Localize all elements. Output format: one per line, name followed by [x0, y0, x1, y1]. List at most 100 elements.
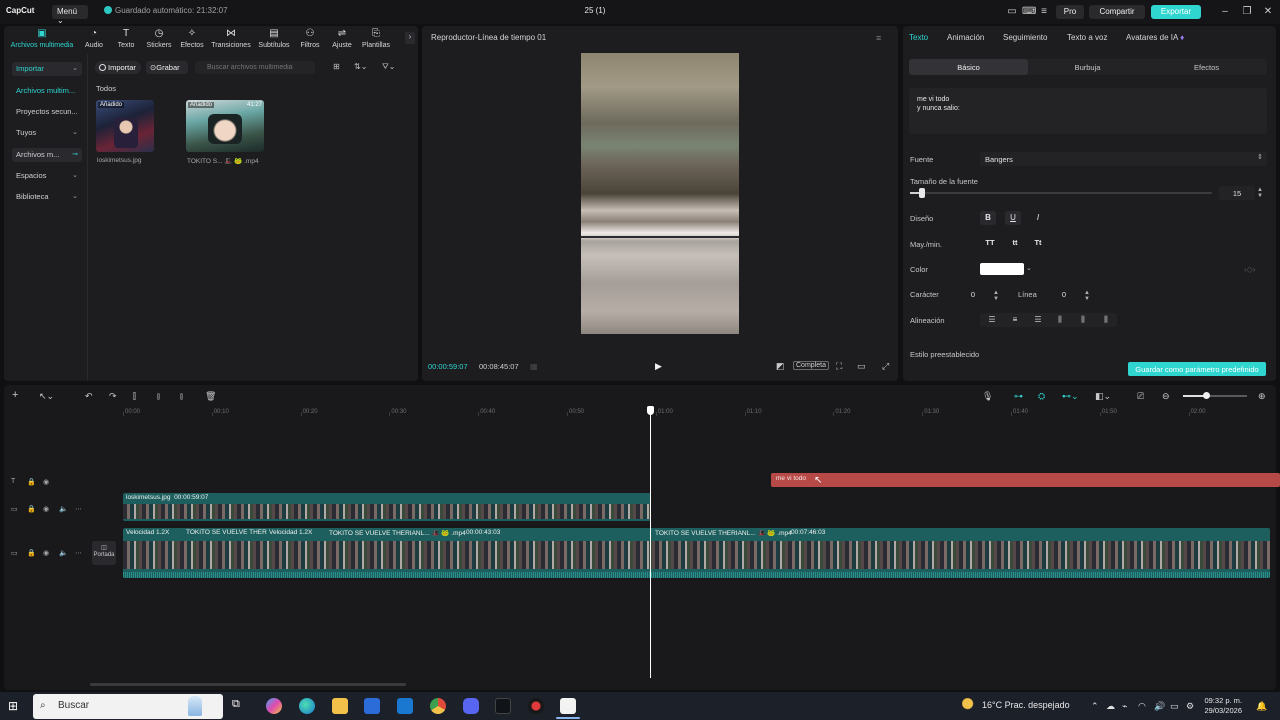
weather-text[interactable]: 16°C Prac. despejado: [982, 700, 1070, 710]
capcut-active-icon[interactable]: [560, 698, 576, 714]
captions-icon[interactable]: ⎚: [1137, 391, 1144, 402]
align-center-icon[interactable]: ≡: [1008, 315, 1022, 325]
edge-icon[interactable]: [299, 698, 315, 714]
tab-effects[interactable]: ✧ Efectos: [170, 28, 214, 49]
character-spacing-input[interactable]: 0: [963, 288, 983, 301]
share-button[interactable]: Compartir: [1089, 5, 1145, 19]
minimize-icon[interactable]: –: [1219, 6, 1231, 18]
timeline-scrollbar[interactable]: [90, 683, 406, 686]
more-icon[interactable]: ⋯: [75, 549, 82, 557]
microphone-icon[interactable]: 🎙: [982, 391, 993, 402]
text-content-input[interactable]: me vi todo y nunca salio:: [909, 88, 1267, 134]
tab-ai-avatars[interactable]: Avatares de IA ♦: [1126, 33, 1184, 42]
eye-icon[interactable]: ◉: [43, 478, 49, 486]
trim-right-icon[interactable]: ⫾: [180, 391, 183, 402]
sidebar-item-files[interactable]: Archivos m... ⊸: [12, 148, 82, 162]
main-video-clip[interactable]: Velocidad 1.2X TOKITO SE VUELVE THER Vel…: [123, 528, 1270, 578]
shortcuts-icon[interactable]: ⌨: [1022, 6, 1036, 18]
zoom-in-icon[interactable]: ⊕: [1258, 391, 1266, 402]
lock-icon[interactable]: 🔒: [27, 505, 36, 513]
image-clip[interactable]: loskimetsus.jpg 00:00:59:07: [123, 493, 651, 521]
tab-text-to-speech[interactable]: Texto a voz: [1067, 33, 1107, 42]
onedrive-icon[interactable]: ☁: [1106, 701, 1115, 712]
task-view-icon[interactable]: ⧉: [232, 698, 248, 714]
keyframe-icon[interactable]: ‹◇›: [1244, 265, 1255, 274]
line-spacing-stepper[interactable]: ▲ ▼: [1084, 290, 1090, 302]
chevron-down-icon[interactable]: ⌄: [1026, 264, 1032, 272]
font-size-slider[interactable]: [910, 192, 1212, 194]
audio-icon[interactable]: 🔈: [59, 549, 68, 557]
cover-button[interactable]: ◫ Portada: [92, 541, 116, 565]
subtab-bubble[interactable]: Burbuja: [1028, 59, 1147, 75]
split-icon[interactable]: ⫿: [133, 391, 136, 402]
maximize-icon[interactable]: ❐: [1241, 6, 1253, 18]
bold-button[interactable]: B: [980, 211, 996, 225]
chevron-up-icon[interactable]: ⌃: [1091, 701, 1099, 712]
link-clips-icon[interactable]: ⊶: [1014, 391, 1023, 402]
menu-button[interactable]: Menú ⌄: [52, 5, 88, 25]
taskbar-clock[interactable]: 09:32 p. m. 29/03/2026: [1200, 696, 1242, 716]
playhead[interactable]: [650, 410, 651, 678]
tab-tracking[interactable]: Seguimiento: [1003, 33, 1047, 42]
lock-icon[interactable]: 🔒: [27, 549, 36, 557]
media-search-input[interactable]: [195, 61, 315, 74]
toolbar-more-icon[interactable]: ›: [405, 32, 415, 44]
grid-view-icon[interactable]: ⊞: [333, 62, 340, 71]
hamburger-icon[interactable]: ≡: [876, 33, 881, 43]
lock-icon[interactable]: 🔒: [27, 478, 36, 486]
settings-tray-icon[interactable]: ⚙: [1186, 701, 1194, 712]
sidebar-item-yours[interactable]: Tuyos ⌄: [12, 126, 82, 140]
tab-text-props[interactable]: Texto: [909, 33, 928, 42]
audio-icon[interactable]: 🔈: [59, 505, 68, 513]
lowercase-button[interactable]: tt: [1005, 238, 1025, 250]
magnet-icon[interactable]: ⛭: [1038, 391, 1045, 402]
windows-start-icon[interactable]: ⊞: [8, 699, 18, 713]
undo-icon[interactable]: ↶: [85, 391, 93, 402]
layout-icon[interactable]: ▭: [1006, 6, 1018, 18]
discord-icon[interactable]: [463, 698, 479, 714]
pro-button[interactable]: Pro: [1056, 5, 1084, 19]
tab-transitions[interactable]: ⋈ Transiciones: [209, 28, 253, 49]
redo-icon[interactable]: ↷: [109, 391, 117, 402]
store-icon[interactable]: [364, 698, 380, 714]
media-thumbnail[interactable]: Añadido: [96, 100, 154, 152]
tab-templates[interactable]: ⎘ Plantillas: [354, 28, 398, 49]
tab-animation[interactable]: Animación: [947, 33, 984, 42]
file-explorer-icon[interactable]: [332, 698, 348, 714]
font-size-stepper[interactable]: ▲ ▼: [1257, 187, 1263, 199]
notification-icon[interactable]: 🔔: [1256, 701, 1267, 712]
color-picker[interactable]: [980, 263, 1024, 275]
media-thumbnail[interactable]: Añadido 41:27: [186, 100, 264, 152]
play-button[interactable]: ▶: [655, 361, 662, 372]
timecode-grid-icon[interactable]: ▦: [530, 362, 538, 371]
align-vertical-top-icon[interactable]: ⫼: [1053, 315, 1067, 325]
delete-icon[interactable]: 🗑: [205, 391, 216, 402]
italic-button[interactable]: I: [1030, 211, 1046, 225]
trim-left-icon[interactable]: ⫾: [157, 391, 160, 402]
align-vertical-center-icon[interactable]: ⫼: [1076, 315, 1090, 325]
hamburger-icon[interactable]: ≡: [1038, 6, 1050, 18]
uppercase-button[interactable]: TT: [980, 238, 1000, 250]
network-icon[interactable]: ⌁: [1122, 701, 1127, 712]
font-size-input[interactable]: 15: [1219, 186, 1255, 200]
zoom-slider-handle[interactable]: [1203, 392, 1210, 399]
eye-icon[interactable]: ◉: [43, 549, 49, 557]
sidebar-item-import[interactable]: Importar ⌄: [12, 62, 82, 76]
split-screen-icon[interactable]: ◧⌄: [1095, 391, 1111, 402]
text-clip[interactable]: me vi todo: [771, 473, 1280, 487]
ratio-icon[interactable]: ◩: [776, 361, 785, 372]
aspect-ratio-button[interactable]: Completa: [793, 361, 829, 370]
sidebar-item-subprojects[interactable]: Proyectos secun...: [12, 105, 82, 119]
add-track-icon[interactable]: +: [12, 389, 18, 401]
titlecase-button[interactable]: Tt: [1028, 238, 1048, 250]
record-button[interactable]: ⊙Grabar: [146, 61, 188, 74]
subtab-basic[interactable]: Básico: [909, 59, 1028, 75]
close-icon[interactable]: ✕: [1262, 6, 1274, 18]
crop-icon[interactable]: ⛶: [836, 361, 842, 372]
eye-icon[interactable]: ◉: [43, 505, 49, 513]
underline-button[interactable]: U: [1005, 211, 1021, 225]
fullscreen-icon[interactable]: ⤢: [882, 361, 889, 372]
project-title[interactable]: 25 (1): [560, 6, 630, 15]
filter-icon[interactable]: ⛛⌄: [382, 62, 395, 72]
save-preset-button[interactable]: Guardar como parámetro predefinido: [1128, 362, 1266, 376]
